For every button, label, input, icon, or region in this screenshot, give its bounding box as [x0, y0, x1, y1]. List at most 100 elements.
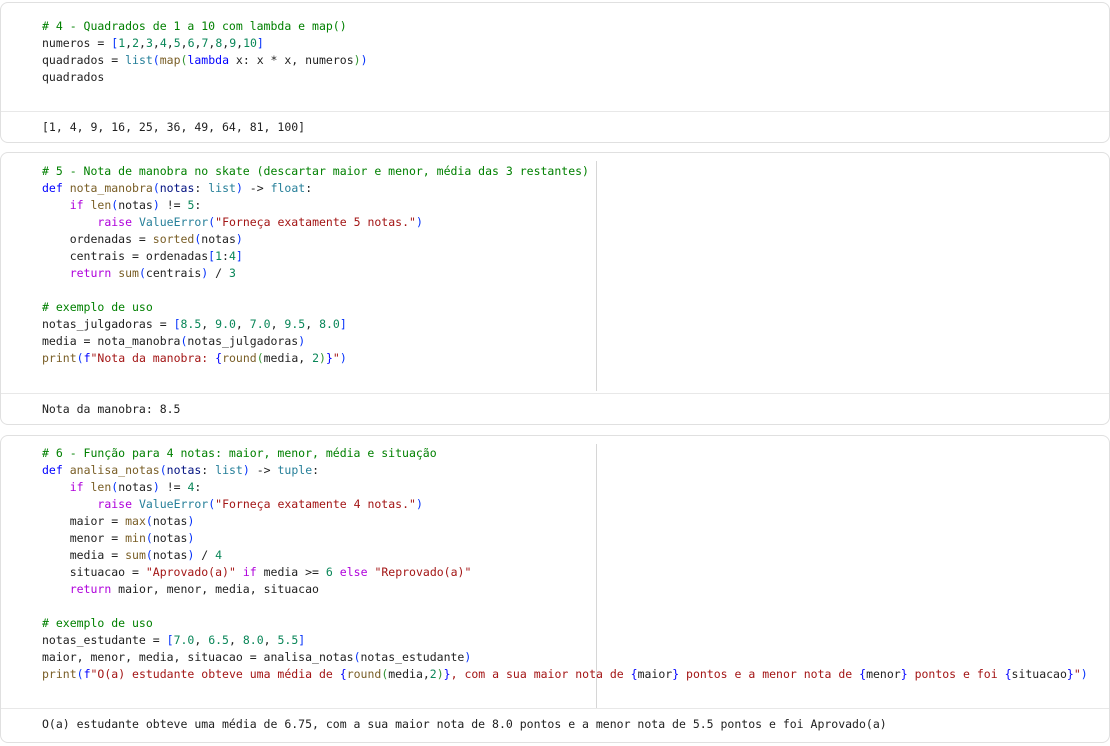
- code-token: "Reprovado(a)": [374, 565, 472, 579]
- code-token: ): [415, 497, 423, 511]
- code-token: sum: [118, 266, 139, 280]
- code-token: notas: [118, 480, 153, 494]
- code-token: ]: [339, 317, 347, 331]
- code-token: sum: [125, 548, 146, 562]
- code-token: 7.0: [173, 633, 195, 647]
- code-token: ->: [242, 181, 271, 195]
- code-token: float: [270, 181, 306, 195]
- code-line: return maior, menor, media, situacao: [42, 581, 1109, 598]
- code-token: :: [305, 181, 313, 195]
- code-token: raise: [97, 497, 133, 511]
- code-token: # 5 - Nota de manobra no skate (descarta…: [42, 164, 589, 178]
- code-token: len: [90, 198, 112, 212]
- code-token: sorted: [152, 232, 195, 246]
- code-line: print(f"Nota da manobra: {round(media, 2…: [42, 350, 1109, 367]
- code-line: media = sum(notas) / 4: [42, 547, 1109, 564]
- code-token: round: [222, 351, 257, 365]
- code-line: def nota_manobra(notas: list) -> float:: [42, 180, 1109, 197]
- code-token: "Nota da manobra:: [90, 351, 216, 365]
- code-cell-5[interactable]: # 5 - Nota de manobra no skate (descarta…: [0, 152, 1110, 425]
- code-token: max: [125, 514, 146, 528]
- code-token: ): [298, 334, 306, 348]
- code-token: situacao =: [42, 565, 146, 579]
- code-token: [: [173, 317, 181, 331]
- code-token: notas: [152, 531, 188, 545]
- code-token: return: [69, 582, 112, 596]
- code-token: media >=: [256, 565, 326, 579]
- code-token: maior =: [42, 514, 126, 528]
- code-token: ,: [166, 36, 174, 50]
- code-token: (: [159, 463, 167, 477]
- code-token: pontos e foi: [907, 667, 1005, 681]
- code-token: "O(a) estudante obteve uma média de: [90, 667, 340, 681]
- code-token: ): [353, 53, 361, 67]
- code-token: ,: [152, 36, 160, 50]
- code-token: print: [42, 351, 77, 365]
- code-token: notas_estudante: [360, 650, 465, 664]
- code-line: if len(notas) != 4:: [42, 479, 1109, 496]
- code-token: ): [152, 480, 160, 494]
- code-editor[interactable]: # 6 - Função para 4 notas: maior, menor,…: [1, 436, 1109, 683]
- code-token: "Forneça exatamente 5 notas.": [215, 215, 416, 229]
- code-token: if: [69, 198, 84, 212]
- code-token: # 4 - Quadrados de 1 a 10 com lambda e m…: [42, 19, 347, 33]
- code-token: list: [125, 53, 153, 67]
- code-token: media =: [42, 548, 126, 562]
- code-token: numeros =: [42, 36, 112, 50]
- code-token: ,: [139, 36, 146, 50]
- code-token: 8.0: [242, 633, 264, 647]
- code-token: ): [242, 463, 250, 477]
- code-token: :: [201, 463, 216, 477]
- code-line: # 6 - Função para 4 notas: maior, menor,…: [42, 445, 1109, 462]
- code-token: situacao: [1011, 667, 1067, 681]
- code-token: :: [194, 198, 202, 212]
- code-token: 10: [243, 36, 257, 50]
- code-token: 6: [325, 565, 333, 579]
- code-token: ): [235, 232, 243, 246]
- code-token: [: [166, 633, 174, 647]
- code-token: }: [900, 667, 908, 681]
- code-token: media,: [388, 667, 430, 681]
- code-token: menor =: [42, 531, 126, 545]
- code-line: ordenadas = sorted(notas): [42, 231, 1109, 248]
- code-cell-4[interactable]: # 4 - Quadrados de 1 a 10 com lambda e m…: [0, 2, 1110, 143]
- code-line: # 5 - Nota de manobra no skate (descarta…: [42, 163, 1109, 180]
- code-cell-6[interactable]: # 6 - Função para 4 notas: maior, menor,…: [0, 435, 1110, 743]
- code-token: 3: [229, 266, 236, 280]
- code-line: if len(notas) != 5:: [42, 197, 1109, 214]
- code-token: min: [125, 531, 146, 545]
- code-token: ): [1080, 667, 1088, 681]
- code-token: list: [208, 181, 236, 195]
- code-token: ): [152, 198, 160, 212]
- code-token: ): [187, 514, 195, 528]
- code-token: raise: [97, 215, 133, 229]
- code-token: map: [159, 53, 181, 67]
- cell-output: [1, 4, 9, 16, 25, 36, 49, 64, 81, 100]: [1, 111, 1109, 136]
- code-editor[interactable]: # 4 - Quadrados de 1 a 10 com lambda e m…: [1, 3, 1109, 86]
- code-line: def analisa_notas(notas: list) -> tuple:: [42, 462, 1109, 479]
- code-token: (: [145, 548, 153, 562]
- code-token: ,: [235, 317, 250, 331]
- code-token: ,: [194, 633, 209, 647]
- code-token: !=: [159, 198, 188, 212]
- code-token: ,: [263, 633, 278, 647]
- code-token: notas: [118, 198, 153, 212]
- code-token: maior, menor, media, situacao: [111, 582, 319, 596]
- code-token: 3: [145, 36, 153, 50]
- code-token: quadrados: [42, 70, 105, 84]
- code-token: {: [1004, 667, 1012, 681]
- code-token: ,: [180, 36, 188, 50]
- code-token: 2: [312, 351, 320, 365]
- code-token: tuple: [277, 463, 313, 477]
- cell-output: O(a) estudante obteve uma média de 6.75,…: [1, 708, 1109, 733]
- code-line: quadrados = list(map(lambda x: x * x, nu…: [42, 52, 1109, 69]
- code-token: ): [319, 351, 326, 365]
- code-token: ): [415, 215, 423, 229]
- cell-output: Nota da manobra: 8.5: [1, 393, 1109, 418]
- code-editor[interactable]: # 5 - Nota de manobra no skate (descarta…: [1, 153, 1109, 367]
- code-line: maior = max(notas): [42, 513, 1109, 530]
- code-token: 7.0: [249, 317, 271, 331]
